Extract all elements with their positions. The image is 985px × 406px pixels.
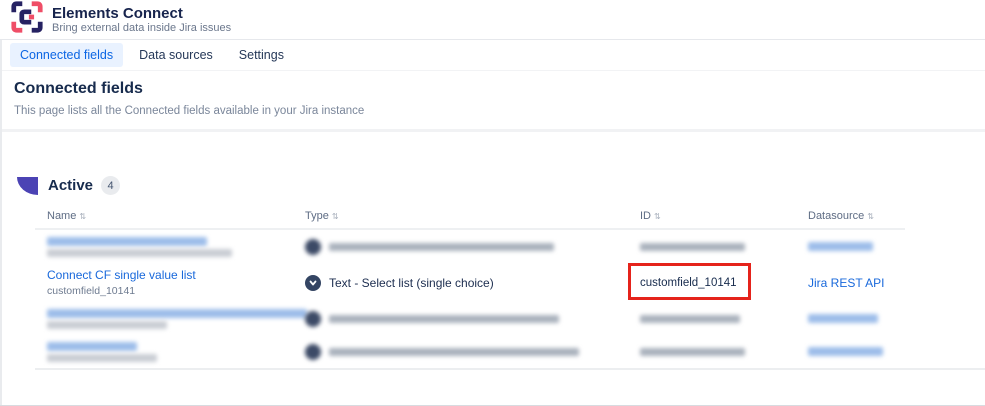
elements-connect-logo-icon xyxy=(10,0,44,39)
section-divider xyxy=(0,129,985,132)
page-description: This page lists all the Connected fields… xyxy=(14,105,971,129)
app-title: Elements Connect xyxy=(52,5,231,22)
page-title: Connected fields xyxy=(14,80,971,98)
connected-fields-table: Name⇅ Type⇅ ID⇅ Datasource⇅ xyxy=(35,207,905,368)
brand-wedge-icon xyxy=(17,177,38,195)
column-header-id[interactable]: ID⇅ xyxy=(628,210,796,222)
table-row xyxy=(35,302,905,335)
sort-icon: ⇅ xyxy=(79,212,86,221)
redacted-name-link[interactable] xyxy=(47,237,207,246)
connected-field-link[interactable]: Connect CF single value list xyxy=(47,268,281,282)
field-id-value: customfield_10141 xyxy=(640,277,737,289)
redacted-type-icon xyxy=(305,239,321,255)
page-head: Connected fields This page lists all the… xyxy=(0,71,985,129)
red-annotation-box: customfield_10141 xyxy=(628,263,751,300)
redacted-field-id xyxy=(47,321,167,329)
sort-icon: ⇅ xyxy=(867,212,874,221)
redacted-field-id xyxy=(47,354,157,362)
datasource-link[interactable]: Jira REST API xyxy=(808,276,884,290)
elements-connect-admin-page: Elements Connect Bring external data ins… xyxy=(0,0,985,406)
redacted-type-text xyxy=(329,243,554,251)
column-header-name[interactable]: Name⇅ xyxy=(35,210,293,222)
tab-connected-fields[interactable]: Connected fields xyxy=(10,43,123,67)
redacted-id-text xyxy=(640,243,745,251)
redacted-type-icon xyxy=(305,311,321,327)
redacted-id-text xyxy=(640,315,740,323)
column-header-type[interactable]: Type⇅ xyxy=(293,210,628,222)
redacted-name-link[interactable] xyxy=(47,342,137,351)
redacted-datasource-link[interactable] xyxy=(808,242,873,251)
redacted-name-link[interactable] xyxy=(47,309,307,318)
active-section-title: Active xyxy=(48,177,93,194)
active-count-badge: 4 xyxy=(101,176,120,195)
content-left-border xyxy=(0,40,2,405)
redacted-type-text xyxy=(329,315,559,323)
tab-data-sources[interactable]: Data sources xyxy=(129,43,223,67)
active-section-header: Active 4 xyxy=(17,176,985,195)
sort-icon: ⇅ xyxy=(332,212,339,221)
redacted-datasource-link[interactable] xyxy=(808,314,878,323)
redacted-field-id xyxy=(47,249,232,257)
table-header-row: Name⇅ Type⇅ ID⇅ Datasource⇅ xyxy=(35,207,905,230)
table-row xyxy=(35,335,905,368)
field-type-label: Text - Select list (single choice) xyxy=(329,276,494,290)
app-subtitle: Bring external data inside Jira issues xyxy=(52,22,231,35)
chevron-down-circle-icon xyxy=(305,275,321,291)
admin-tab-bar: Connected fields Data sources Settings xyxy=(0,40,985,71)
table-bottom-border xyxy=(35,368,985,370)
table-row xyxy=(35,230,905,263)
column-header-datasource[interactable]: Datasource⇅ xyxy=(796,210,905,222)
sort-icon: ⇅ xyxy=(654,212,661,221)
connected-field-customfield-id: customfield_10141 xyxy=(47,285,281,297)
redacted-id-text xyxy=(640,348,745,356)
app-header: Elements Connect Bring external data ins… xyxy=(0,0,985,40)
redacted-type-text xyxy=(329,348,579,356)
tab-settings[interactable]: Settings xyxy=(229,43,294,67)
redacted-datasource-link[interactable] xyxy=(808,347,883,356)
table-row: Connect CF single value list customfield… xyxy=(35,263,905,302)
redacted-type-icon xyxy=(305,344,321,360)
